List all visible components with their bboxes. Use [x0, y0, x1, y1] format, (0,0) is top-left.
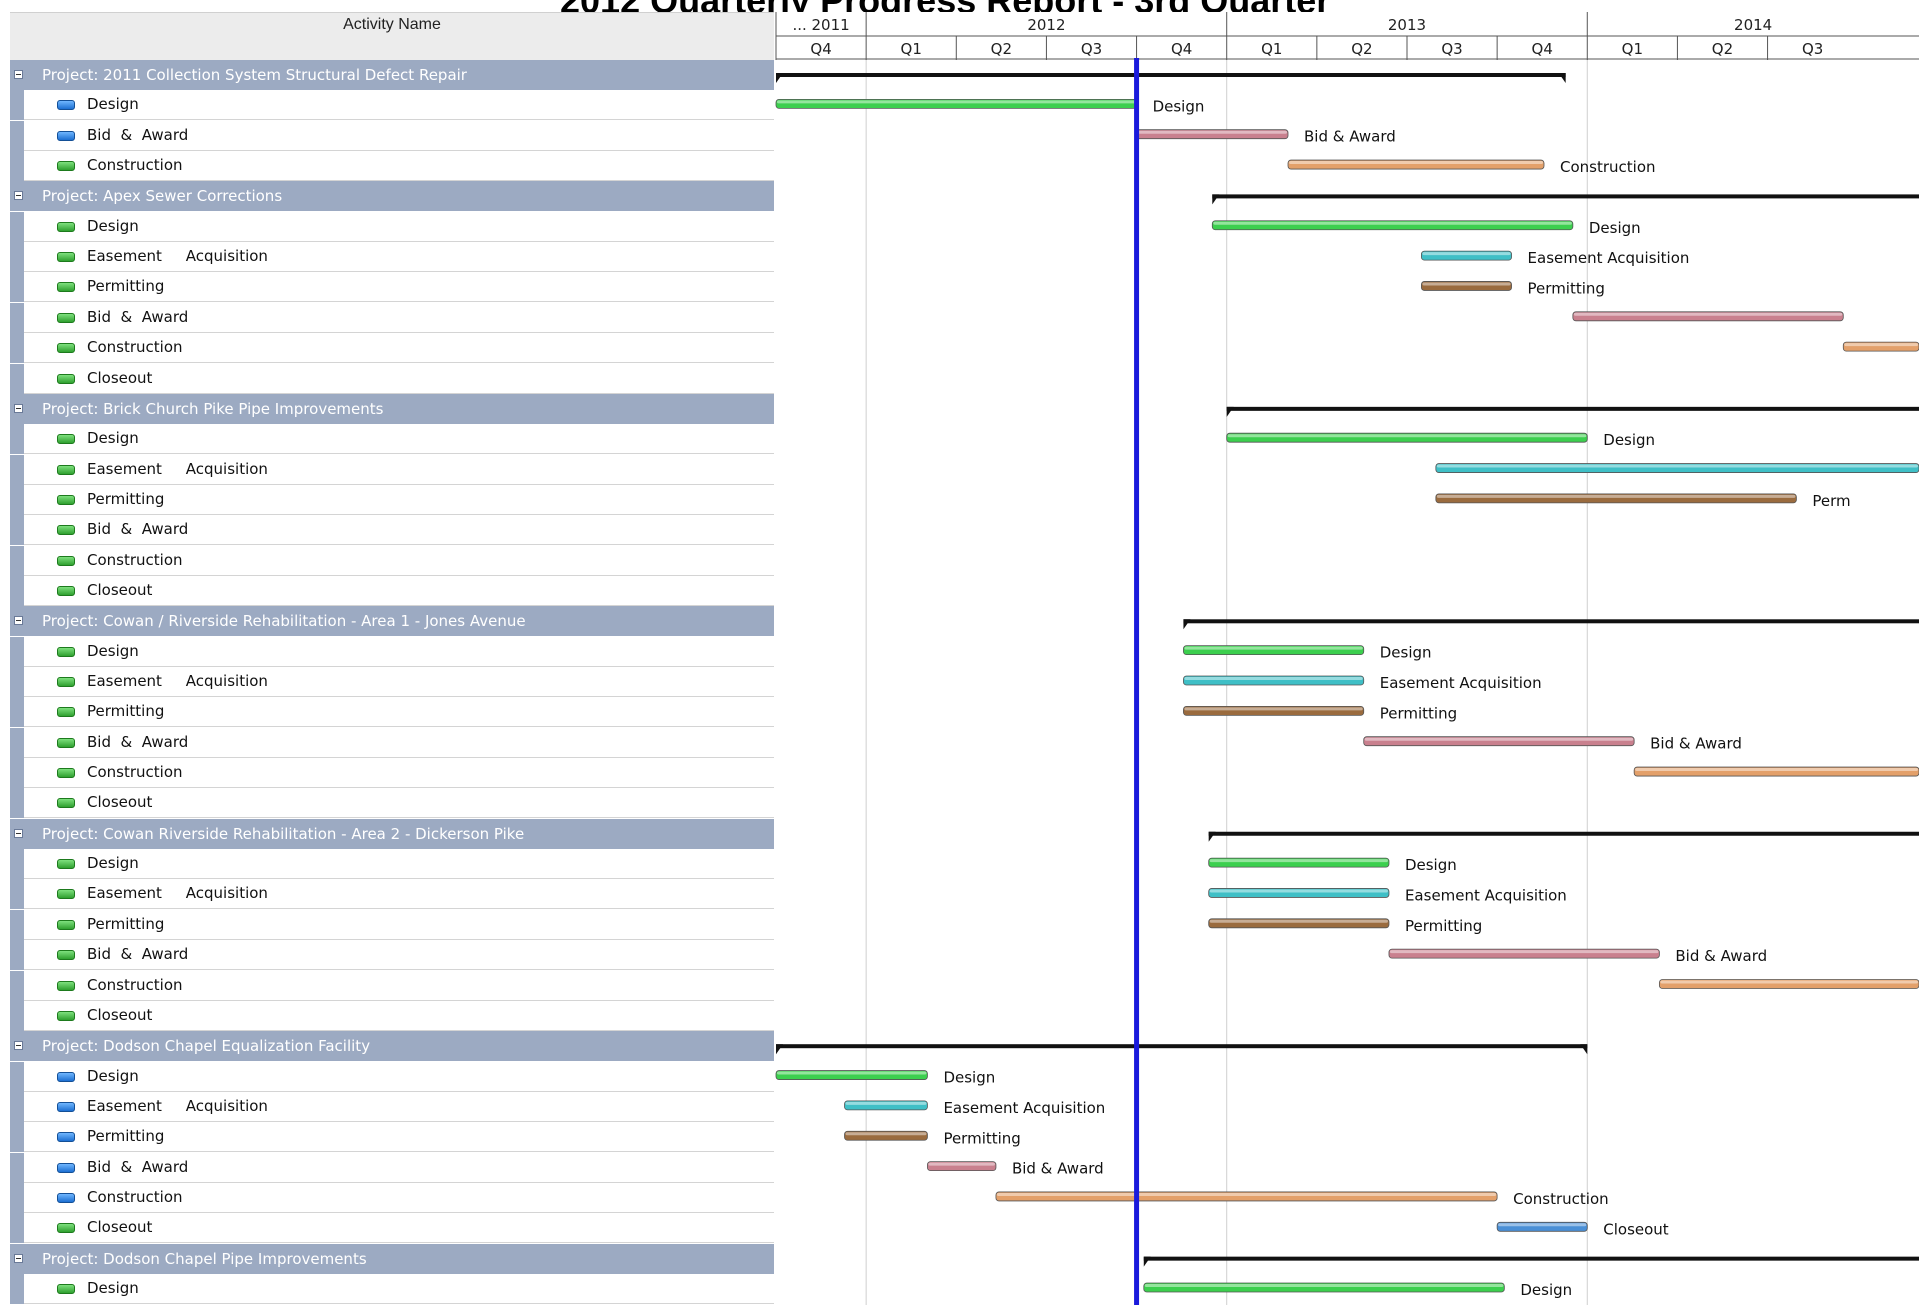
task-bar-highlight — [1436, 494, 1796, 498]
task-bar-label: Easement Acquisition — [943, 1099, 1105, 1117]
quarter-label: Q4 — [1532, 40, 1553, 58]
task-bar-label: Easement Acquisition — [1528, 249, 1690, 267]
year-label: 2012 — [1027, 16, 1065, 34]
task-bar-label: Design — [1153, 97, 1205, 115]
task-bar-label: Easement Acquisition — [1405, 886, 1567, 904]
project-summary-bar[interactable] — [1183, 619, 1919, 624]
task-bar-highlight — [996, 1192, 1497, 1196]
task-bar-highlight — [1364, 737, 1634, 741]
quarter-label: Q1 — [1622, 40, 1643, 58]
task-bar-highlight — [845, 1101, 927, 1105]
task-bar-label: Permitting — [1528, 279, 1605, 297]
task-bar-label: Bid & Award — [1650, 735, 1742, 753]
task-bar-highlight — [845, 1132, 927, 1136]
quarter-label: Q4 — [810, 40, 831, 58]
task-bar-label: Permitting — [1380, 704, 1457, 722]
quarter-label: Q1 — [901, 40, 922, 58]
task-bar-highlight — [1289, 161, 1544, 165]
year-label: 2014 — [1734, 16, 1772, 34]
task-bar-label: Bid & Award — [1012, 1160, 1104, 1178]
task-bar-highlight — [1635, 768, 1918, 772]
project-summary-bar[interactable] — [776, 1044, 1588, 1049]
task-bar-highlight — [1184, 677, 1363, 680]
task-bar-highlight — [1209, 859, 1388, 863]
summary-start-marker — [1226, 406, 1234, 417]
task-bar-label: Bid & Award — [1304, 128, 1396, 146]
quarter-label: Q4 — [1171, 40, 1192, 58]
gantt-chart: ... 2011 2012 2013 2014 Q4 Q1 Q2 Q3 Q4 Q1 Q2 Q3 Q4 Q1… — [775, 12, 1919, 1305]
task-bar-highlight — [1422, 282, 1511, 286]
task-bar-highlight — [1389, 950, 1659, 954]
year-label: 2013 — [1388, 16, 1426, 34]
task-bar-highlight — [1660, 980, 1918, 984]
task-bar-highlight — [1184, 707, 1363, 711]
task-bar-highlight — [1213, 221, 1572, 225]
quarter-label: Q1 — [1261, 40, 1282, 58]
quarter-label: Q3 — [1081, 40, 1102, 58]
task-bar-highlight — [1227, 434, 1587, 438]
project-summary-bar[interactable] — [1143, 1256, 1919, 1261]
project-summary-bar[interactable] — [1226, 406, 1919, 411]
task-bar-highlight — [1184, 646, 1363, 650]
task-bar-highlight — [1498, 1223, 1587, 1227]
summary-start-marker — [1208, 831, 1216, 842]
task-bar-label: Bid & Award — [1675, 947, 1767, 965]
task-bar-highlight — [1137, 130, 1288, 134]
task-bar-highlight — [1422, 252, 1511, 256]
task-bar-highlight — [1436, 464, 1918, 468]
quarter-label: Q2 — [991, 40, 1012, 58]
task-bar-highlight — [777, 100, 1136, 104]
task-bar-label: Permitting — [943, 1129, 1020, 1147]
summary-end-marker — [1580, 1044, 1588, 1055]
task-bar-highlight — [1209, 919, 1388, 923]
task-bar-highlight — [928, 1162, 995, 1166]
summary-start-marker — [1183, 619, 1191, 630]
task-bar-label: Permitting — [1405, 917, 1482, 935]
quarter-label: Q2 — [1351, 40, 1372, 58]
quarter-label: Q2 — [1712, 40, 1733, 58]
task-bar-highlight — [1209, 889, 1388, 893]
project-summary-bar[interactable] — [1212, 194, 1919, 199]
year-label: ... 2011 — [792, 16, 849, 34]
task-bar-highlight — [1573, 312, 1843, 316]
summary-start-marker — [1212, 194, 1220, 205]
task-bar-label: Design — [1589, 219, 1641, 237]
task-bar-label: Design — [1380, 644, 1432, 662]
task-bar-label: Construction — [1513, 1190, 1609, 1208]
quarter-label: Q3 — [1802, 40, 1823, 58]
task-bar-label: Perm — [1812, 492, 1850, 510]
task-bar-label: Closeout — [1603, 1220, 1669, 1238]
task-bar-label: Design — [1405, 856, 1457, 874]
task-bar-label: Construction — [1560, 158, 1656, 176]
summary-start-marker — [1143, 1256, 1151, 1267]
project-summary-bar[interactable] — [1208, 831, 1919, 836]
task-bar-highlight — [777, 1071, 927, 1075]
task-bar-highlight — [1844, 343, 1918, 347]
task-bar-label: Design — [1520, 1281, 1572, 1299]
project-summary-bar[interactable] — [776, 73, 1566, 77]
task-bar-label: Easement Acquisition — [1380, 674, 1542, 692]
task-bar-label: Design — [943, 1069, 995, 1087]
summary-end-marker — [1558, 73, 1566, 83]
quarter-label: Q3 — [1441, 40, 1462, 58]
task-bar-label: Design — [1603, 431, 1655, 449]
task-bar-highlight — [1144, 1284, 1504, 1287]
